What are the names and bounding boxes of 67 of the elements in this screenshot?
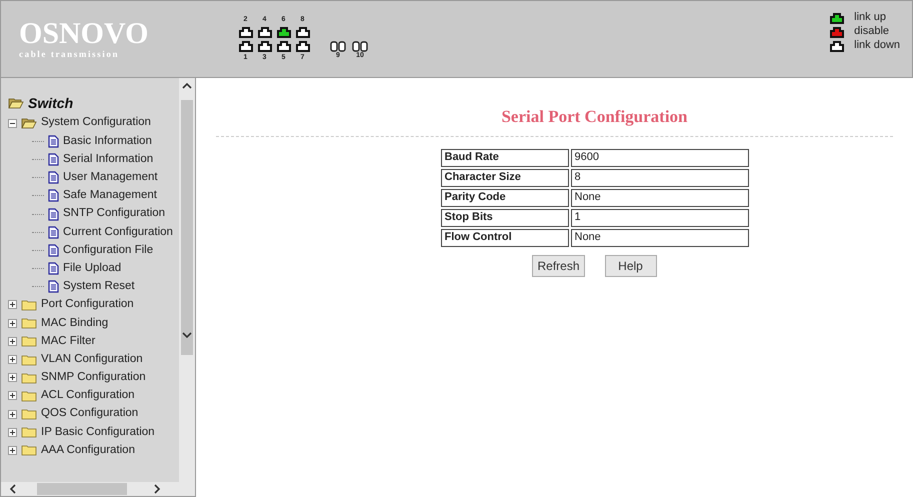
sfp-port-icon[interactable]: [352, 40, 368, 52]
tree-item[interactable]: Port Configuration: [41, 296, 134, 314]
port-icon[interactable]: [296, 40, 310, 52]
document-icon: [48, 280, 59, 294]
sfp-port-icon[interactable]: [330, 40, 346, 52]
document-icon: [48, 152, 59, 166]
field-label: Flow Control: [440, 228, 568, 246]
tree-item[interactable]: MAC Binding: [41, 314, 108, 332]
legend-label: link down: [854, 39, 900, 52]
port-icon[interactable]: [296, 26, 310, 38]
field-label: Baud Rate: [440, 148, 568, 166]
field-value: None: [570, 188, 748, 206]
document-icon: [48, 226, 59, 239]
folder-icon: [21, 354, 37, 366]
refresh-button[interactable]: Refresh: [532, 254, 585, 276]
tree-item[interactable]: QOS Configuration: [41, 405, 138, 423]
field-value: 9600: [570, 148, 748, 166]
document-icon: [48, 171, 59, 184]
document-icon: [48, 244, 59, 257]
tree-item[interactable]: File Upload: [63, 260, 122, 278]
document-icon: [48, 262, 59, 276]
field-value: 1: [570, 208, 748, 226]
field-label: Parity Code: [440, 188, 568, 206]
field-value: None: [570, 228, 748, 246]
folder-icon: [21, 390, 37, 402]
tree-item[interactable]: SNTP Configuration: [63, 205, 166, 223]
tree-root-label[interactable]: Switch: [28, 92, 74, 114]
legend-label: disable: [854, 25, 889, 38]
folder-icon: [21, 408, 37, 420]
tree-item[interactable]: SNMP Configuration: [41, 369, 146, 386]
folder-icon: [21, 335, 37, 348]
tree-item[interactable]: Serial Information: [63, 150, 154, 168]
tree-item[interactable]: Current Configuration: [63, 224, 173, 241]
horizontal-scrollbar[interactable]: [1, 482, 195, 496]
tree-item[interactable]: AAA Configuration: [41, 442, 135, 460]
port-icon[interactable]: [238, 26, 252, 38]
port-icon[interactable]: [258, 40, 272, 52]
tree-item[interactable]: System Reset: [63, 278, 135, 296]
folder-icon: [21, 298, 37, 311]
tree-item[interactable]: Safe Management: [63, 187, 157, 204]
folder-icon: [21, 317, 37, 330]
document-icon: [48, 208, 59, 221]
vertical-scrollbar[interactable]: [179, 78, 195, 482]
field-label: Stop Bits: [440, 208, 568, 226]
tree-item[interactable]: MAC Filter: [41, 332, 96, 350]
tree-item[interactable]: IP Basic Configuration: [41, 424, 155, 441]
tree-item[interactable]: VLAN Configuration: [41, 350, 143, 368]
document-icon: [48, 189, 59, 202]
open-folder-icon: [21, 117, 37, 130]
help-button[interactable]: Help: [604, 254, 657, 276]
folder-icon: [21, 444, 37, 456]
port-icon[interactable]: [238, 40, 252, 52]
port-icon[interactable]: [276, 26, 290, 38]
legend-label: link up: [854, 11, 886, 24]
port-icon[interactable]: [276, 40, 290, 52]
folder-icon: [21, 372, 37, 384]
tree-item[interactable]: User Management: [63, 169, 158, 186]
port-icon[interactable]: [258, 26, 272, 38]
tree-item[interactable]: Basic Information: [63, 132, 152, 150]
field-value: 8: [570, 168, 748, 186]
folder-icon: [21, 426, 37, 438]
page-title: Serial Port Configuration: [501, 106, 688, 128]
field-label: Character Size: [440, 168, 568, 186]
document-icon: [48, 134, 59, 148]
tree-item[interactable]: Configuration File: [63, 242, 154, 260]
tree-item[interactable]: ACL Configuration: [41, 387, 135, 405]
tree-item[interactable]: System Configuration: [41, 114, 151, 132]
